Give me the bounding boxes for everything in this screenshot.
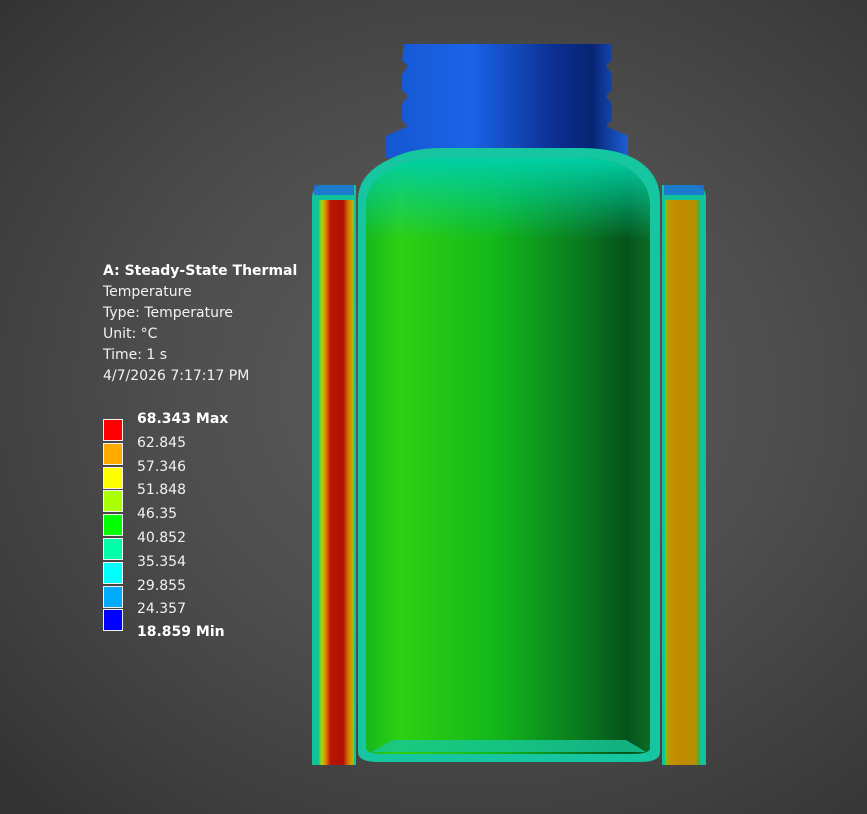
scale-tick-label: 46.35 [137, 506, 178, 523]
color-swatch [103, 466, 123, 489]
color-swatch [103, 538, 123, 560]
color-swatch [103, 442, 123, 465]
color-swatch [103, 585, 123, 608]
bottle-neck [386, 44, 628, 158]
color-swatch [103, 514, 123, 537]
result-name: Temperature [103, 284, 192, 300]
color-swatch [103, 490, 123, 513]
result-unit: Unit: °C [103, 326, 158, 342]
result-type: Type: Temperature [103, 305, 234, 321]
graphics-viewport[interactable]: A: Steady-State Thermal Temperature Type… [0, 0, 867, 814]
result-time: Time: 1 s [103, 347, 168, 363]
scale-tick-label: 35.354 [137, 553, 186, 570]
color-swatch [103, 419, 123, 441]
scale-tick-label: 51.848 [137, 482, 186, 499]
color-swatch [103, 561, 123, 584]
result-legend[interactable]: A: Steady-State Thermal Temperature Type… [103, 261, 333, 640]
result-timestamp: 4/7/2026 7:17:17 PM [103, 368, 250, 384]
color-swatch [103, 609, 123, 632]
scale-tick-label: 24.357 [137, 601, 186, 618]
bottle-temperature-contour[interactable] [0, 0, 867, 814]
scale-tick-label: 29.855 [137, 577, 186, 594]
analysis-title: A: Steady-State Thermal [103, 263, 298, 279]
scale-tick-label: 57.346 [137, 458, 186, 475]
max-label: 68.343 Max [137, 411, 229, 427]
min-label: 18.859 Min [137, 624, 225, 640]
scale-tick-label: 62.845 [137, 434, 186, 451]
scale-tick-label: 40.852 [137, 530, 186, 546]
